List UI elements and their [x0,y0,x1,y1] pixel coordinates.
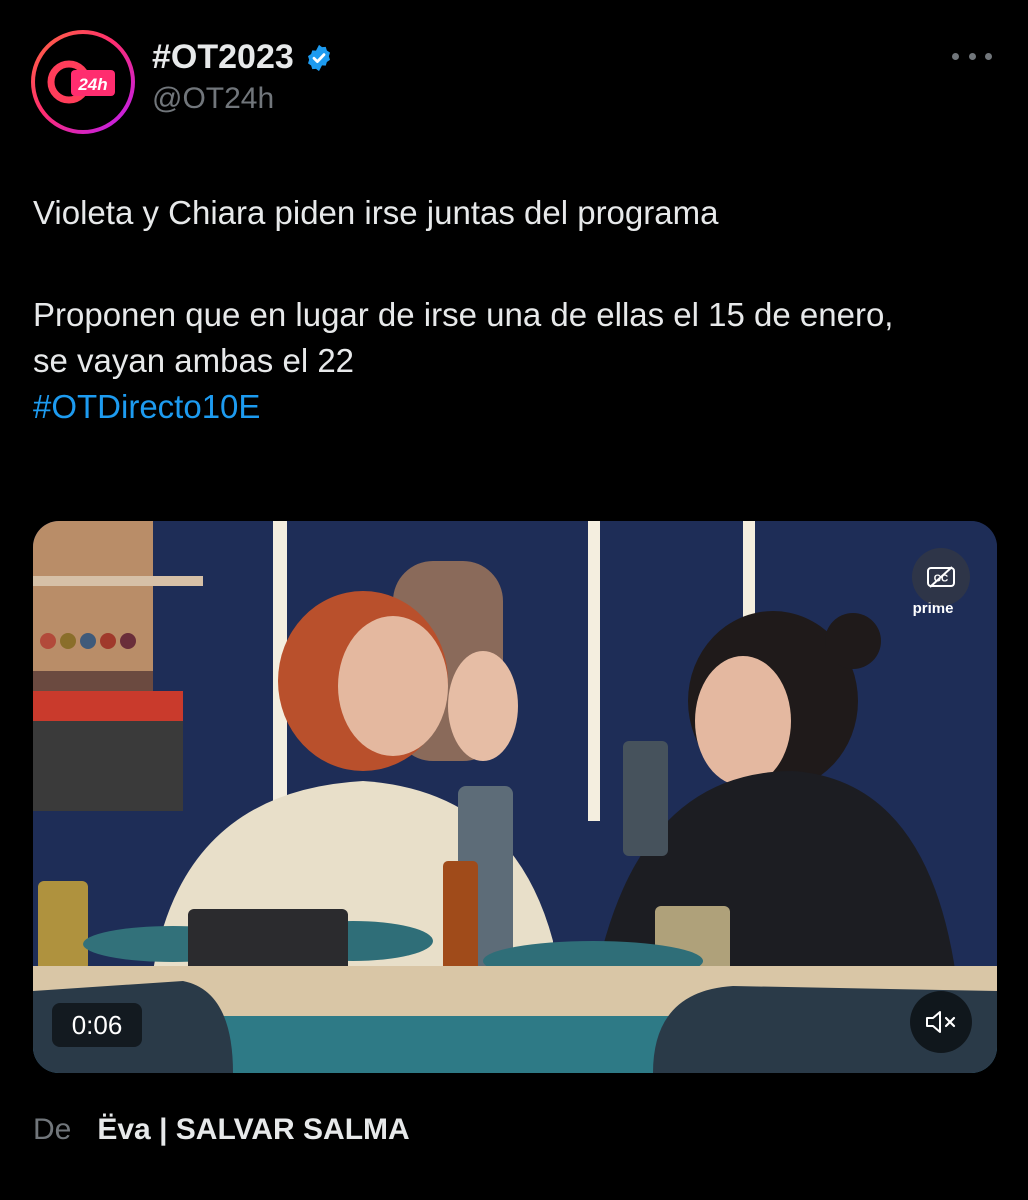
cc-glyph: CC [927,566,955,588]
display-name[interactable]: #OT2023 [152,38,294,77]
tweet-line-2: Proponen que en lugar de irse una de ell… [33,296,894,379]
ot24h-logo-icon: 24h [47,60,115,104]
tweet-text: Violeta y Chiara piden irse juntas del p… [33,190,983,430]
video-frame: prime [33,521,997,1073]
name-row: #OT2023 [152,38,334,77]
avatar-text: 24h [77,75,107,94]
source-label: De [33,1113,72,1146]
more-dot [968,52,976,60]
avatar-inner: 24h [35,34,131,130]
video-player[interactable]: prime [33,521,997,1073]
video-source: De Ëva | SALVAR SALMA [33,1113,410,1147]
tweet-line-1: Violeta y Chiara piden irse juntas del p… [33,194,719,231]
speaker-glyph [926,1011,956,1033]
more-dot [985,52,992,60]
source-account-link[interactable]: Ëva | SALVAR SALMA [97,1113,409,1147]
handle[interactable]: @OT24h [152,82,274,116]
muted-speaker-icon[interactable] [910,991,972,1053]
video-timestamp: 0:06 [52,1003,142,1047]
hashtag-link[interactable]: #OTDirecto10E [33,384,983,430]
more-dot [952,52,959,60]
avatar[interactable]: 24h [31,30,135,134]
closed-captions-icon[interactable]: CC [912,548,970,606]
verified-badge-icon [307,44,330,71]
more-options-icon[interactable] [952,44,992,68]
